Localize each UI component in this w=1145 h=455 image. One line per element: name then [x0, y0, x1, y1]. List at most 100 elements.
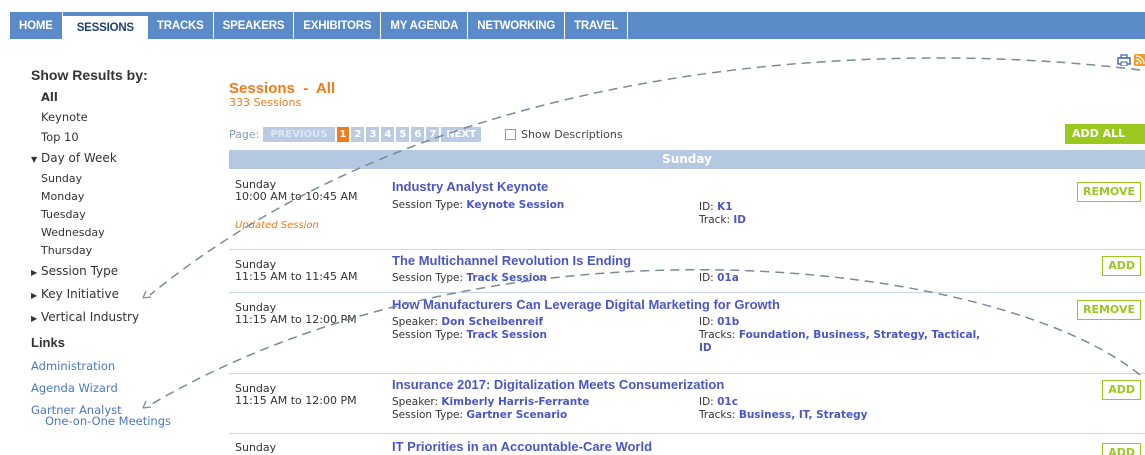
session-id-label: ID: — [699, 316, 714, 328]
session-title-link[interactable]: Industry Analyst Keynote — [392, 179, 548, 194]
session-type-link[interactable]: Keynote Session — [466, 199, 564, 211]
add-button[interactable]: ADD — [1102, 256, 1141, 276]
filter-day-wednesday[interactable]: Wednesday — [31, 224, 211, 242]
session-id: 01c — [717, 396, 738, 408]
session-type-link[interactable]: Gartner Scenario — [466, 409, 567, 421]
filter-day-tuesday[interactable]: Tuesday — [31, 206, 211, 224]
links-heading: Links — [31, 335, 65, 350]
show-descriptions-label: Show Descriptions — [521, 128, 623, 141]
show-descriptions-toggle[interactable]: Show Descriptions — [505, 128, 623, 141]
filter-all[interactable]: All — [31, 87, 211, 107]
session-type: Session Type: Keynote Session — [392, 199, 564, 212]
show-descriptions-checkbox[interactable] — [505, 129, 517, 140]
session-count: 333 Sessions — [229, 96, 302, 109]
add-all-button[interactable]: ADD ALL — [1065, 124, 1145, 144]
print-icon[interactable] — [1117, 54, 1131, 66]
session-type-label: Session Type: — [392, 199, 464, 211]
tab-exhibitors[interactable]: EXHIBITORS — [294, 12, 382, 39]
next-button[interactable]: NEXT — [441, 127, 482, 142]
page-5-button[interactable]: 5 — [396, 127, 410, 142]
page-2-button[interactable]: 2 — [351, 127, 365, 142]
triangle-right-icon: ▶ — [31, 314, 38, 323]
session-track-link[interactable]: Foundation, Business, Strategy, Tactical… — [699, 329, 980, 354]
session-meta: Speaker: Don Scheibenreif Session Type: … — [392, 316, 547, 342]
session-type-label: Session Type: — [392, 409, 464, 421]
page-4-button[interactable]: 4 — [381, 127, 395, 142]
session-day: Sunday — [235, 441, 277, 454]
triangle-right-icon: ▶ — [31, 268, 38, 277]
session-meta: Speaker: Kimberly Harris-Ferrante Sessio… — [392, 396, 589, 422]
link-agenda-wizard[interactable]: Agenda Wizard — [31, 377, 211, 399]
rss-icon[interactable] — [1133, 54, 1145, 66]
session-row: Sunday IT Priorities in an Accountable-C… — [229, 434, 1145, 455]
session-id-label: ID: — [699, 396, 714, 408]
add-button[interactable]: ADD — [1102, 443, 1141, 455]
session-type-link[interactable]: Track Session — [466, 272, 547, 284]
page-6-button[interactable]: 6 — [411, 127, 425, 142]
toggle-label: Key Initiative — [41, 287, 119, 301]
session-time: 11:15 AM to 12:00 PM — [235, 313, 357, 326]
toggle-label: Vertical Industry — [41, 310, 140, 324]
remove-button[interactable]: REMOVE — [1076, 182, 1141, 202]
sessions-panel: Sessions - All 333 Sessions Page: PREVIO… — [229, 54, 1145, 455]
link-one-on-one-meetings[interactable]: One-on-One Meetings — [31, 414, 211, 428]
day-band: Sunday — [229, 150, 1145, 169]
filter-day-thursday[interactable]: Thursday — [31, 242, 211, 260]
session-id: 01a — [717, 272, 739, 284]
toggle-day-of-week[interactable]: ▼ Day of Week — [31, 147, 211, 170]
filter-keynote[interactable]: Keynote — [31, 107, 211, 127]
tab-sessions[interactable]: SESSIONS — [62, 16, 148, 39]
sidebar: Show Results by: All Keynote Top 10 ▼ Day… — [31, 67, 211, 428]
triangle-right-icon: ▶ — [31, 291, 38, 300]
pagination: Page: PREVIOUS 1 2 3 4 5 6 7 NEXT Show D… — [229, 127, 623, 142]
session-id-label: ID: — [699, 272, 714, 284]
session-row: Sunday 11:15 AM to 12:00 PM How Manufact… — [229, 293, 1145, 374]
page-title: Sessions - All — [229, 80, 336, 97]
toggle-vertical-industry[interactable]: ▶ Vertical Industry — [31, 306, 211, 329]
page-1-button[interactable]: 1 — [336, 127, 350, 142]
tab-my-agenda[interactable]: MY AGENDA — [381, 12, 469, 39]
session-type-label: Session Type: — [392, 329, 464, 341]
session-when: Sunday 11:15 AM to 11:45 AM — [235, 259, 357, 283]
session-when: Sunday 10:00 AM to 10:45 AM — [235, 179, 357, 203]
remove-button[interactable]: REMOVE — [1076, 300, 1141, 320]
sidebar-heading: Show Results by: — [31, 67, 148, 83]
filter-day-sunday[interactable]: Sunday — [31, 170, 211, 188]
toggle-key-initiative[interactable]: ▶ Key Initiative — [31, 283, 211, 306]
session-id-track: ID: 01b Tracks: Foundation, Business, St… — [699, 316, 989, 355]
session-row: Sunday 10:00 AM to 10:45 AM Updated Sess… — [229, 170, 1145, 250]
page-label: Page: — [229, 128, 260, 141]
session-type-label: Session Type: — [392, 272, 464, 284]
page-3-button[interactable]: 3 — [366, 127, 380, 142]
session-id-track: ID: 01a — [699, 272, 989, 285]
tab-tracks[interactable]: TRACKS — [148, 12, 214, 39]
session-title-link[interactable]: IT Priorities in an Accountable-Care Wor… — [392, 439, 652, 454]
session-track-link[interactable]: ID — [733, 214, 746, 226]
session-speaker-link[interactable]: Don Scheibenreif — [441, 316, 543, 328]
tab-networking[interactable]: NETWORKING — [468, 12, 566, 39]
link-administration[interactable]: Administration — [31, 355, 211, 377]
session-list: Sunday 10:00 AM to 10:45 AM Updated Sess… — [229, 170, 1145, 455]
tab-speakers[interactable]: SPEAKERS — [214, 12, 295, 39]
session-id: K1 — [717, 201, 733, 213]
session-row: Sunday 11:15 AM to 12:00 PM Insurance 20… — [229, 374, 1145, 434]
session-type-link[interactable]: Track Session — [466, 329, 547, 341]
session-title-link[interactable]: Insurance 2017: Digitalization Meets Con… — [392, 377, 724, 392]
session-id-label: ID: — [699, 201, 714, 213]
toggle-session-type[interactable]: ▶ Session Type — [31, 260, 211, 283]
tab-home[interactable]: HOME — [10, 12, 63, 39]
session-time: 10:00 AM to 10:45 AM — [235, 190, 358, 203]
session-speaker-label: Speaker: — [392, 316, 439, 328]
session-speaker-link[interactable]: Kimberly Harris-Ferrante — [441, 396, 589, 408]
previous-button[interactable]: PREVIOUS — [263, 127, 335, 142]
top-navigation: HOME SESSIONS TRACKS SPEAKERS EXHIBITORS… — [10, 12, 1145, 39]
add-button[interactable]: ADD — [1102, 380, 1141, 400]
page-7-button[interactable]: 7 — [426, 127, 440, 142]
toggle-label: Day of Week — [41, 151, 117, 165]
filter-top-10[interactable]: Top 10 — [31, 127, 211, 147]
filter-day-monday[interactable]: Monday — [31, 188, 211, 206]
session-title-link[interactable]: The Multichannel Revolution Is Ending — [392, 253, 631, 268]
session-title-link[interactable]: How Manufacturers Can Leverage Digital M… — [392, 297, 780, 312]
session-track-link[interactable]: Business, IT, Strategy — [739, 409, 868, 421]
tab-travel[interactable]: TRAVEL — [565, 12, 629, 39]
